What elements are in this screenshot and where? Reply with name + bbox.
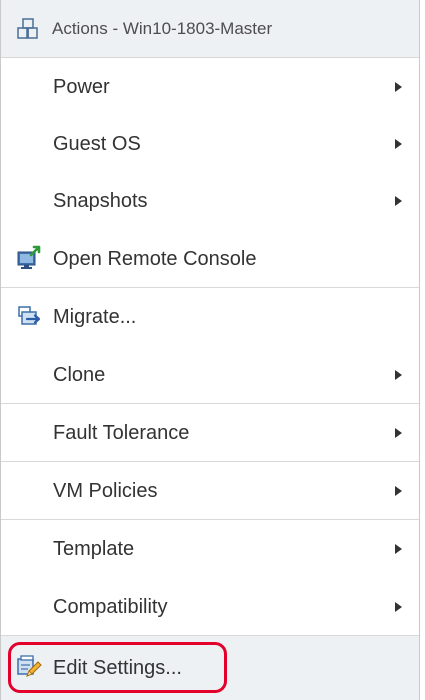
submenu-arrow-icon: [395, 370, 402, 380]
menu-item-label: Template: [53, 538, 135, 560]
menu-item-migrate[interactable]: Migrate...: [1, 288, 419, 345]
menu-item-vm-policies[interactable]: VM Policies: [1, 462, 419, 519]
submenu-arrow-icon: [395, 139, 402, 149]
menu-item-label: Fault Tolerance: [53, 422, 190, 444]
vm-group-icon: [16, 17, 40, 41]
submenu-arrow-icon: [395, 602, 402, 612]
edit-settings-icon: [16, 654, 42, 680]
submenu-arrow-icon: [395, 82, 402, 92]
menu-header: Actions - Win10-1803-Master: [1, 0, 419, 58]
menu-item-fault-tolerance[interactable]: Fault Tolerance: [1, 404, 419, 461]
remote-console-icon: [16, 245, 42, 271]
menu-item-label: Edit Settings...: [53, 657, 182, 679]
menu-item-edit-settings[interactable]: Edit Settings...: [1, 636, 419, 700]
submenu-arrow-icon: [395, 196, 402, 206]
actions-context-menu: Actions - Win10-1803-Master Power Guest …: [0, 0, 420, 700]
menu-item-label: Clone: [53, 364, 106, 386]
menu-item-label: Power: [53, 76, 110, 98]
menu-item-snapshots[interactable]: Snapshots: [1, 172, 419, 229]
menu-item-template[interactable]: Template: [1, 520, 419, 577]
submenu-arrow-icon: [395, 486, 402, 496]
menu-item-label: VM Policies: [53, 480, 158, 502]
menu-item-label: Compatibility: [53, 596, 168, 618]
menu-item-label: Open Remote Console: [53, 248, 257, 270]
menu-item-compatibility[interactable]: Compatibility: [1, 578, 419, 635]
menu-item-guest-os[interactable]: Guest OS: [1, 115, 419, 172]
menu-item-label: Guest OS: [53, 133, 141, 155]
menu-title: Actions - Win10-1803-Master: [52, 19, 273, 38]
menu-item-label: Migrate...: [53, 306, 137, 328]
menu-item-power[interactable]: Power: [1, 58, 419, 115]
migrate-icon: [16, 303, 42, 329]
submenu-arrow-icon: [395, 544, 402, 554]
menu-item-label: Snapshots: [53, 190, 148, 212]
menu-item-open-remote-console[interactable]: Open Remote Console: [1, 230, 419, 287]
submenu-arrow-icon: [395, 428, 402, 438]
menu-item-clone[interactable]: Clone: [1, 346, 419, 403]
